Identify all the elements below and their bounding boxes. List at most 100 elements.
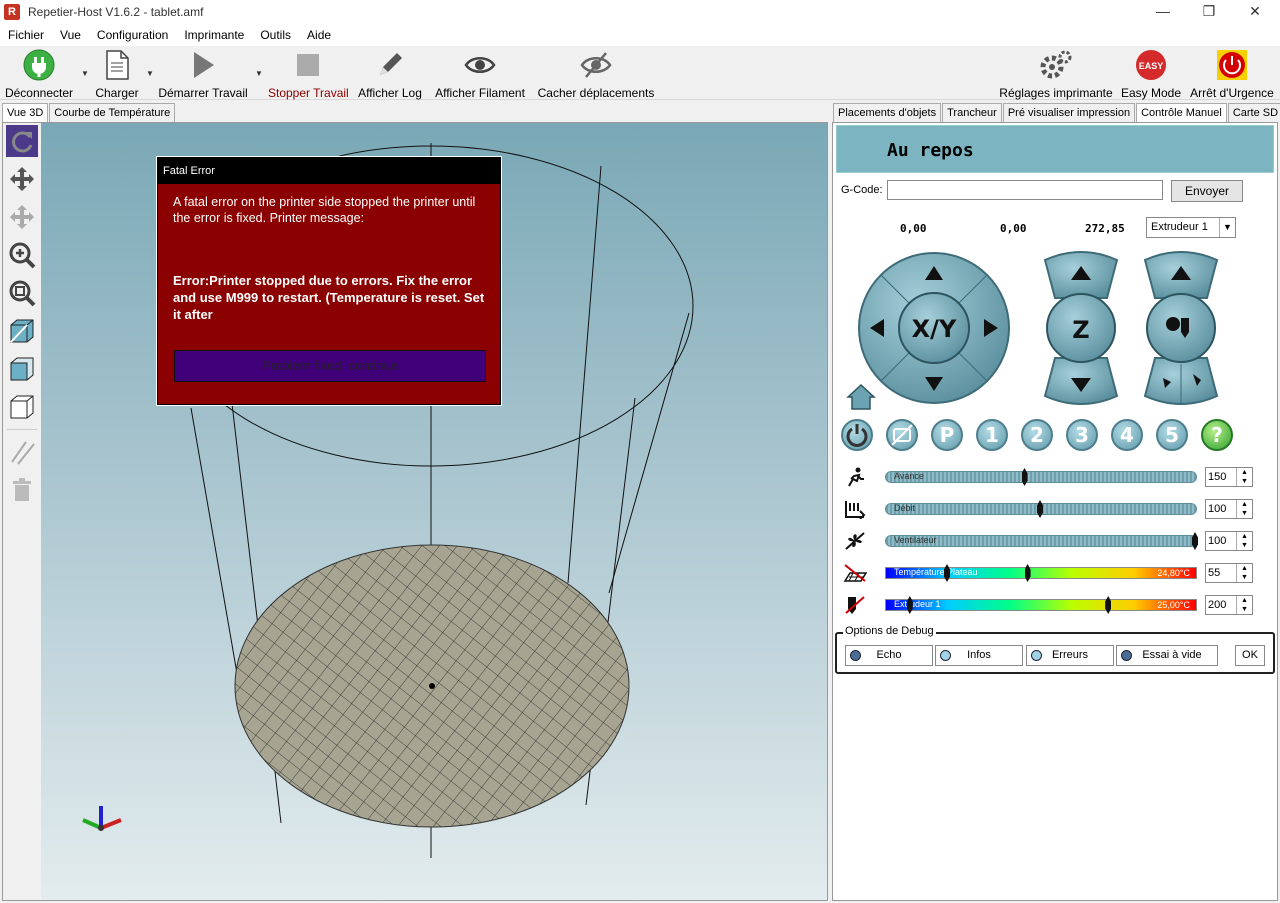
- tab-temperature-curve[interactable]: Courbe de Température: [49, 103, 176, 122]
- easy-badge-text: EASY: [1139, 61, 1164, 71]
- move-object-icon[interactable]: [6, 201, 38, 233]
- infos-toggle[interactable]: Infos: [935, 645, 1023, 666]
- fan-input[interactable]: 100 ▲ ▼: [1205, 531, 1253, 551]
- errors-toggle[interactable]: Erreurs: [1026, 645, 1114, 666]
- feedrate-slider[interactable]: Avance: [885, 468, 1197, 486]
- flowrate-thumb[interactable]: [1037, 500, 1043, 518]
- easy-mode-button[interactable]: EASY Easy Mode: [1120, 49, 1182, 100]
- flowrate-input[interactable]: 100 ▲ ▼: [1205, 499, 1253, 519]
- tab-manual-control[interactable]: Contrôle Manuel: [1136, 103, 1227, 123]
- load-dropdown-icon[interactable]: ▼: [146, 69, 154, 78]
- tab-slicer[interactable]: Trancheur: [942, 103, 1002, 122]
- menu-printer[interactable]: Imprimante: [176, 24, 252, 46]
- printer-settings-button[interactable]: Réglages imprimante: [998, 49, 1114, 100]
- fan-slider[interactable]: Ventilateur: [885, 532, 1198, 550]
- bed-temp-slider[interactable]: Température Plateau 24,80°C: [885, 564, 1197, 582]
- tab-sd-card[interactable]: Carte SD: [1227, 103, 1280, 122]
- bed-temp-input[interactable]: 55 ▲ ▼: [1205, 563, 1253, 583]
- echo-toggle[interactable]: Echo: [845, 645, 933, 666]
- printer-status: Au repos: [887, 140, 974, 161]
- z-jog-pad[interactable]: Z: [1043, 251, 1119, 405]
- parallel-lines-icon[interactable]: [6, 436, 38, 468]
- show-log-button[interactable]: Afficher Log: [356, 49, 424, 100]
- move-icon[interactable]: [6, 163, 38, 195]
- tab-print-preview[interactable]: Pré visualiser impression: [1002, 103, 1136, 122]
- spin-arrows-icon[interactable]: ▲ ▼: [1236, 532, 1252, 550]
- ok-button[interactable]: OK: [1235, 645, 1265, 666]
- view-front-icon[interactable]: [6, 353, 38, 385]
- menu-tools[interactable]: Outils: [252, 24, 299, 46]
- view-3d-panel: Fatal Error A fatal error on the printer…: [2, 122, 828, 901]
- window-title: Repetier-Host V1.6.2 - tablet.amf: [28, 5, 204, 19]
- view-top-icon[interactable]: [6, 391, 38, 423]
- minimize-button[interactable]: —: [1140, 0, 1186, 24]
- spin-arrows-icon[interactable]: ▲ ▼: [1236, 500, 1252, 518]
- fan-thumb[interactable]: [1192, 532, 1198, 550]
- send-button[interactable]: Envoyer: [1171, 180, 1243, 202]
- feedrate-value: 150: [1208, 471, 1227, 483]
- feedrate-thumb[interactable]: [1021, 468, 1028, 486]
- park-button[interactable]: P: [931, 419, 963, 451]
- disable-motors-icon[interactable]: [886, 419, 918, 451]
- help-button[interactable]: ?: [1201, 419, 1233, 451]
- spin-arrows-icon[interactable]: ▲ ▼: [1236, 468, 1252, 486]
- menu-help[interactable]: Aide: [299, 24, 339, 46]
- zoom-in-icon[interactable]: [6, 239, 38, 271]
- maximize-button[interactable]: ❐: [1186, 0, 1232, 24]
- load-button[interactable]: Charger: [92, 49, 142, 100]
- extruder-temp-input[interactable]: 200 ▲ ▼: [1205, 595, 1253, 615]
- toggle-indicator-icon: [1031, 650, 1042, 661]
- home-icon[interactable]: [846, 383, 876, 410]
- document-icon: [92, 49, 142, 81]
- disconnect-button[interactable]: Déconnecter: [4, 49, 74, 100]
- macro-button-3[interactable]: 3: [1066, 419, 1098, 451]
- extruder-temp-slider[interactable]: Extrudeur 1 25,00°C: [885, 596, 1197, 614]
- infos-label: Infos: [967, 649, 991, 661]
- close-button[interactable]: ✕: [1232, 0, 1278, 24]
- emergency-stop-button[interactable]: Arrêt d'Urgence: [1188, 49, 1276, 100]
- manual-control-panel: Au repos G-Code: Envoyer 0,00 0,00 272,8…: [832, 122, 1278, 901]
- easy-mode-label: Easy Mode: [1120, 86, 1182, 100]
- show-filament-button[interactable]: Afficher Filament: [432, 49, 528, 100]
- start-job-dropdown-icon[interactable]: ▼: [255, 69, 263, 78]
- tab-object-placement[interactable]: Placements d'objets: [833, 103, 942, 122]
- spin-arrows-icon[interactable]: ▲ ▼: [1236, 596, 1252, 614]
- extruder-temp-row: Extrudeur 1 25,00°C 200 ▲ ▼: [841, 595, 1271, 615]
- spin-arrows-icon[interactable]: ▲ ▼: [1236, 564, 1252, 582]
- reset-view-icon[interactable]: [6, 125, 38, 157]
- extruder-jog-pad[interactable]: [1143, 251, 1219, 405]
- macro-button-5[interactable]: 5: [1156, 419, 1188, 451]
- menu-configuration[interactable]: Configuration: [89, 24, 176, 46]
- gcode-input[interactable]: [887, 180, 1163, 200]
- tab-3d-view[interactable]: Vue 3D: [2, 103, 49, 123]
- stop-job-label: Stopper Travail: [268, 86, 349, 100]
- menu-file[interactable]: Fichier: [0, 24, 52, 46]
- disconnect-dropdown-icon[interactable]: ▼: [81, 69, 89, 78]
- macro-button-2[interactable]: 2: [1021, 419, 1053, 451]
- zoom-fit-icon[interactable]: [6, 277, 38, 309]
- stop-job-button[interactable]: Stopper Travail: [268, 49, 349, 100]
- flowrate-row: Débit 100 ▲ ▼: [841, 499, 1271, 519]
- feedrate-input[interactable]: 150 ▲ ▼: [1205, 467, 1253, 487]
- extruder-temp-thumb[interactable]: [1105, 596, 1112, 614]
- macro-button-1[interactable]: 1: [976, 419, 1008, 451]
- extruder-select[interactable]: Extrudeur 1 ▼: [1146, 217, 1236, 238]
- jog-controls: X/Y Z: [846, 251, 1219, 410]
- macro-button-4[interactable]: 4: [1111, 419, 1143, 451]
- emergency-stop-icon: [1188, 49, 1276, 81]
- view-tools: [3, 123, 41, 900]
- trash-icon[interactable]: [6, 474, 38, 506]
- fan-value: 100: [1208, 535, 1227, 547]
- dry-run-toggle[interactable]: Essai à vide: [1116, 645, 1218, 666]
- xy-jog-pad[interactable]: X/Y: [858, 252, 1010, 404]
- bed-temp-thumb[interactable]: [1024, 564, 1031, 582]
- hide-moves-button[interactable]: Cacher déplacements: [534, 49, 658, 100]
- menu-view[interactable]: Vue: [52, 24, 89, 46]
- power-icon[interactable]: [841, 419, 873, 451]
- flowrate-slider[interactable]: Débit: [885, 500, 1197, 518]
- view-iso-icon[interactable]: [6, 315, 38, 347]
- problem-fixed-button[interactable]: Problem fixed, continue: [174, 350, 486, 382]
- start-job-button[interactable]: Démarrer Travail: [158, 49, 248, 100]
- toggle-indicator-icon: [1121, 650, 1132, 661]
- show-filament-label: Afficher Filament: [435, 86, 525, 100]
